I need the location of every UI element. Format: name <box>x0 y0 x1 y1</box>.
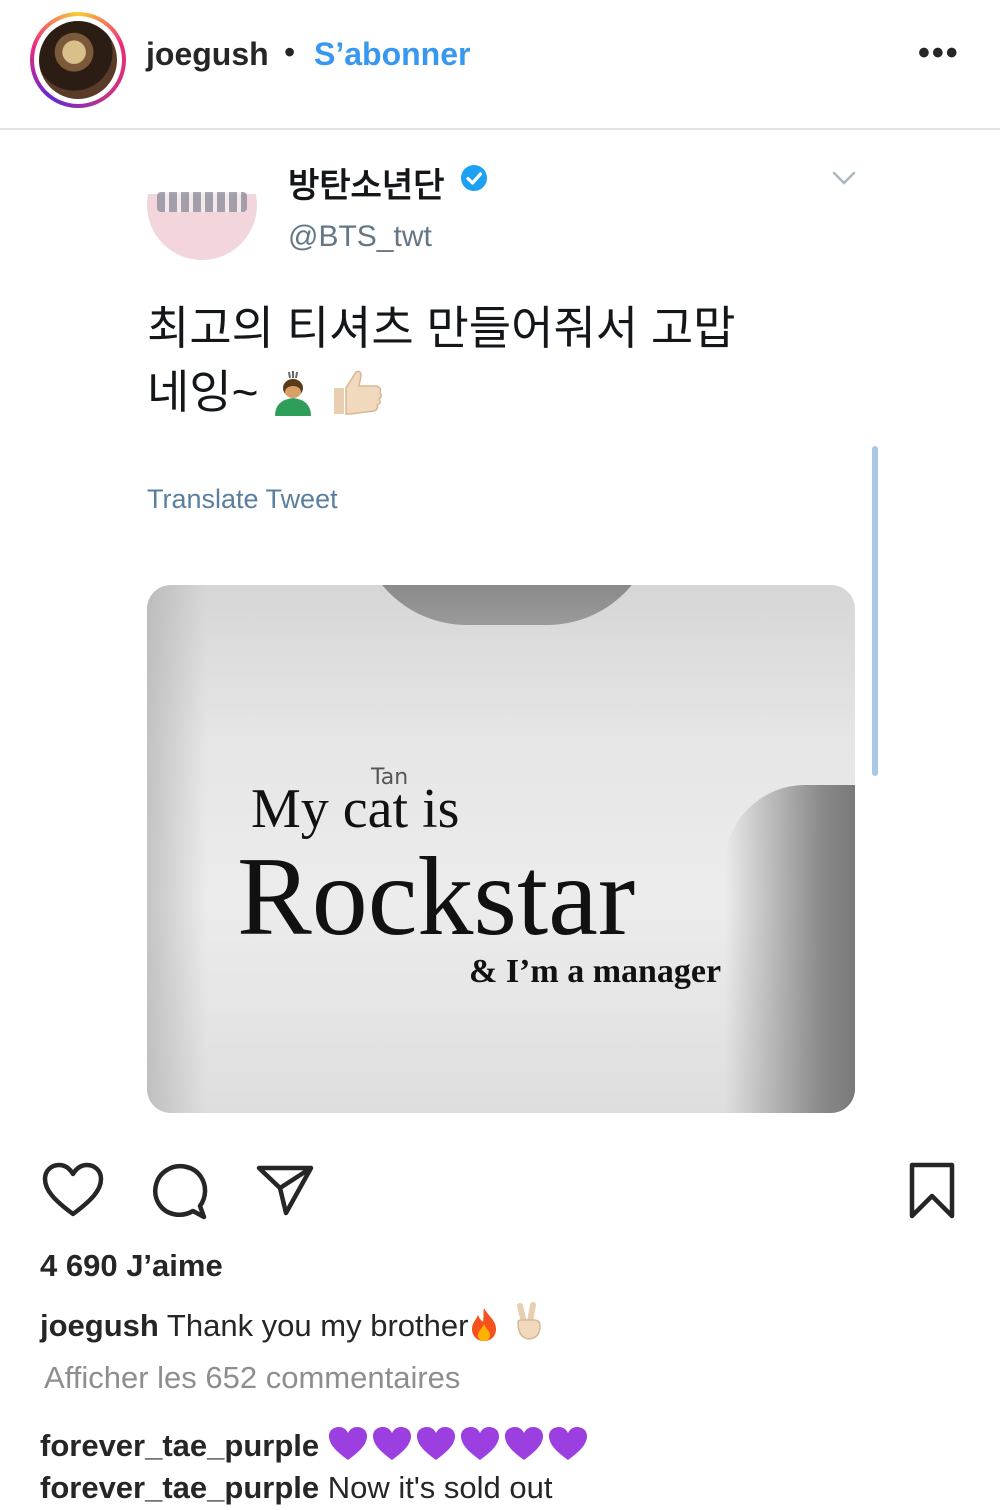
tweet-text: 최고의 티셔츠 만들어줘서 고맙 네잉~ <box>147 296 857 424</box>
caption-text: Thank you my brother <box>166 1308 469 1343</box>
post-username[interactable]: joegush <box>146 36 269 73</box>
comment-item: forever_tae_purple Now it's sold out <box>40 1470 553 1506</box>
purple-heart-icon <box>416 1427 455 1460</box>
comment-text: Now it's sold out <box>327 1470 553 1505</box>
purple-heart-icon <box>504 1427 543 1460</box>
post-caption: joegush Thank you my brother <box>40 1302 549 1344</box>
fire-emoji-icon <box>472 1308 497 1341</box>
translate-tweet-link[interactable]: Translate Tweet <box>147 484 338 515</box>
tweet-display-name: 방탄소년단 <box>288 167 445 205</box>
likes-count[interactable]: 4 690 J’aime <box>40 1248 223 1284</box>
shirt-neck-shadow <box>357 585 657 625</box>
purple-heart-icon <box>548 1427 587 1460</box>
comment-bubble-icon[interactable] <box>150 1162 208 1220</box>
like-heart-icon[interactable] <box>42 1162 104 1218</box>
shirt-text-manager: & I’m a manager <box>469 953 722 990</box>
share-paper-plane-icon[interactable] <box>256 1164 314 1216</box>
purple-heart-icon <box>372 1427 411 1460</box>
caption-username[interactable]: joegush <box>40 1308 159 1343</box>
purple-heart-icon <box>328 1427 367 1460</box>
scrollbar[interactable] <box>872 446 878 776</box>
comment-item: forever_tae_purple <box>40 1426 592 1464</box>
victory-hand-emoji-icon <box>517 1302 541 1340</box>
avatar-photo <box>39 21 117 99</box>
tweet-text-line1: 최고의 티셔츠 만들어줘서 고맙 <box>147 302 736 354</box>
shirt-text-rockstar: Rockstar <box>237 835 636 959</box>
comment-username[interactable]: forever_tae_purple <box>40 1428 319 1463</box>
tweet-text-line2: 네잉~ <box>147 366 259 418</box>
shirt-text-my-cat: My cat is <box>251 778 460 840</box>
verified-badge-icon <box>461 165 487 191</box>
person-bowing-emoji-icon <box>275 371 312 416</box>
tweet-image[interactable]: My cat is Tan Rockstar & I’m a manager <box>147 585 855 1113</box>
chevron-down-icon <box>832 171 856 185</box>
thumbs-up-emoji-icon <box>334 370 383 415</box>
profile-avatar[interactable] <box>30 12 126 108</box>
tweet-avatar <box>147 150 257 260</box>
purple-hearts <box>328 1427 592 1463</box>
shirt-handwritten-text: Tan <box>371 765 409 790</box>
comment-username[interactable]: forever_tae_purple <box>40 1470 319 1505</box>
purple-heart-icon <box>460 1427 499 1460</box>
separator-dot: • <box>284 34 296 70</box>
save-bookmark-icon[interactable] <box>908 1162 956 1220</box>
tweet-handle: @BTS_twt <box>288 220 432 253</box>
view-all-comments-link[interactable]: Afficher les 652 commentaires <box>44 1360 460 1396</box>
more-options-icon[interactable]: ••• <box>918 34 960 73</box>
post-header: joegush • S’abonner ••• <box>0 0 1000 130</box>
follow-button[interactable]: S’abonner <box>314 36 470 73</box>
